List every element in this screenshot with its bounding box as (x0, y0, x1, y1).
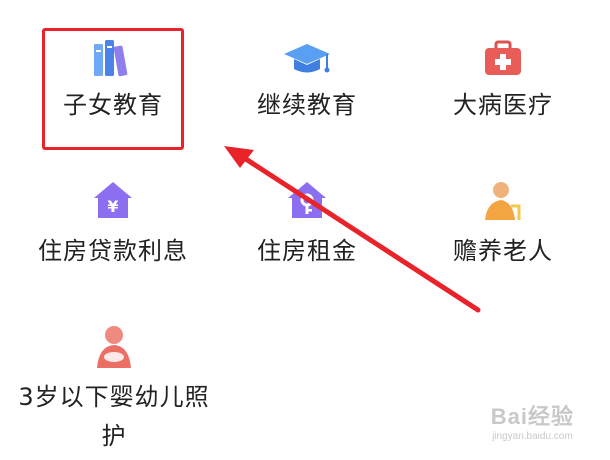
watermark-brand: Bai经验 (490, 404, 574, 429)
watermark-url: jingyan.baidu.com (492, 431, 573, 442)
pointer-arrow-icon (224, 146, 481, 313)
watermark: Bai经验 jingyan.baidu.com (491, 399, 574, 442)
